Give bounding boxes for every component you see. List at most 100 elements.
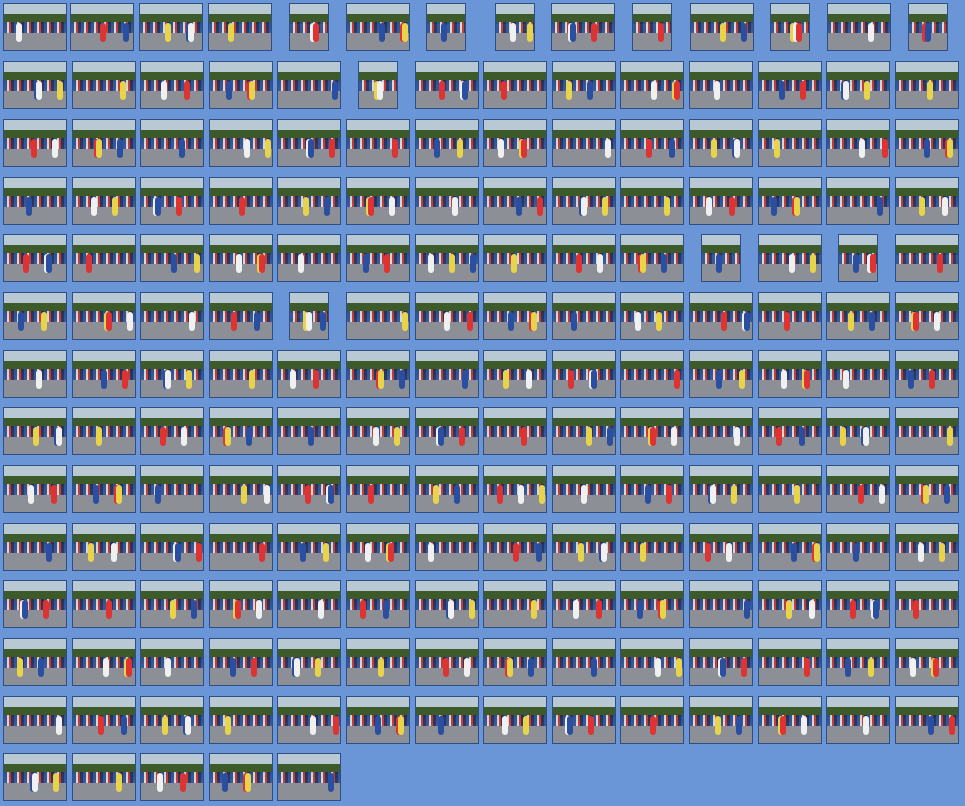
photo-thumbnail[interactable]	[414, 177, 479, 225]
photo-thumbnail[interactable]	[620, 119, 685, 167]
photo-thumbnail[interactable]	[483, 638, 548, 686]
photo-thumbnail[interactable]	[208, 407, 273, 455]
photo-thumbnail[interactable]	[71, 292, 136, 340]
photo-thumbnail[interactable]	[894, 61, 959, 109]
photo-thumbnail[interactable]	[208, 523, 273, 571]
photo-thumbnail[interactable]	[620, 580, 685, 628]
photo-thumbnail[interactable]	[689, 407, 753, 455]
photo-thumbnail[interactable]	[690, 3, 754, 51]
photo-thumbnail[interactable]	[277, 407, 342, 455]
photo-thumbnail[interactable]	[551, 119, 616, 167]
photo-thumbnail[interactable]	[414, 638, 479, 686]
photo-thumbnail[interactable]	[414, 465, 479, 513]
photo-thumbnail[interactable]	[894, 234, 959, 282]
photo-thumbnail[interactable]	[3, 3, 67, 51]
photo-thumbnail[interactable]	[620, 638, 685, 686]
photo-thumbnail[interactable]	[208, 61, 273, 109]
photo-thumbnail[interactable]	[346, 177, 410, 225]
photo-thumbnail[interactable]	[826, 465, 891, 513]
photo-thumbnail[interactable]	[894, 350, 959, 398]
photo-thumbnail[interactable]	[689, 119, 753, 167]
photo-thumbnail[interactable]	[495, 3, 535, 51]
photo-thumbnail[interactable]	[71, 119, 136, 167]
photo-thumbnail[interactable]	[346, 696, 410, 744]
photo-thumbnail[interactable]	[894, 465, 959, 513]
photo-thumbnail[interactable]	[894, 177, 959, 225]
photo-thumbnail[interactable]	[551, 580, 616, 628]
photo-thumbnail[interactable]	[551, 350, 616, 398]
photo-thumbnail[interactable]	[414, 234, 479, 282]
photo-thumbnail[interactable]	[139, 3, 203, 51]
photo-thumbnail[interactable]	[620, 407, 685, 455]
photo-thumbnail[interactable]	[483, 465, 548, 513]
photo-thumbnail[interactable]	[140, 234, 205, 282]
photo-thumbnail[interactable]	[277, 638, 342, 686]
photo-thumbnail[interactable]	[414, 696, 479, 744]
photo-thumbnail[interactable]	[208, 234, 273, 282]
photo-thumbnail[interactable]	[3, 292, 67, 340]
photo-thumbnail[interactable]	[483, 696, 548, 744]
photo-thumbnail[interactable]	[414, 523, 479, 571]
photo-thumbnail[interactable]	[826, 61, 891, 109]
photo-thumbnail[interactable]	[346, 234, 410, 282]
photo-thumbnail[interactable]	[70, 3, 134, 51]
photo-thumbnail[interactable]	[208, 292, 273, 340]
photo-thumbnail[interactable]	[3, 523, 67, 571]
photo-thumbnail[interactable]	[277, 753, 342, 801]
photo-thumbnail[interactable]	[551, 3, 615, 51]
photo-thumbnail[interactable]	[140, 523, 205, 571]
photo-thumbnail[interactable]	[414, 292, 479, 340]
photo-thumbnail[interactable]	[826, 407, 891, 455]
photo-thumbnail[interactable]	[3, 350, 67, 398]
photo-thumbnail[interactable]	[208, 696, 273, 744]
photo-thumbnail[interactable]	[483, 523, 548, 571]
photo-thumbnail[interactable]	[826, 177, 891, 225]
photo-thumbnail[interactable]	[551, 638, 616, 686]
photo-thumbnail[interactable]	[551, 465, 616, 513]
photo-thumbnail[interactable]	[757, 177, 822, 225]
photo-thumbnail[interactable]	[71, 523, 136, 571]
photo-thumbnail[interactable]	[620, 523, 685, 571]
photo-thumbnail[interactable]	[358, 61, 398, 109]
photo-thumbnail[interactable]	[289, 292, 330, 340]
photo-thumbnail[interactable]	[689, 292, 753, 340]
photo-thumbnail[interactable]	[208, 177, 273, 225]
photo-thumbnail[interactable]	[71, 465, 136, 513]
photo-thumbnail[interactable]	[689, 465, 753, 513]
photo-thumbnail[interactable]	[71, 580, 136, 628]
photo-thumbnail[interactable]	[140, 580, 205, 628]
photo-thumbnail[interactable]	[757, 119, 822, 167]
photo-thumbnail[interactable]	[140, 465, 205, 513]
photo-thumbnail[interactable]	[140, 638, 205, 686]
photo-thumbnail[interactable]	[483, 234, 548, 282]
photo-thumbnail[interactable]	[3, 465, 67, 513]
photo-thumbnail[interactable]	[71, 61, 136, 109]
photo-thumbnail[interactable]	[426, 3, 466, 51]
photo-thumbnail[interactable]	[894, 638, 959, 686]
photo-thumbnail[interactable]	[620, 292, 685, 340]
photo-thumbnail[interactable]	[140, 177, 205, 225]
photo-thumbnail[interactable]	[3, 407, 67, 455]
photo-thumbnail[interactable]	[71, 638, 136, 686]
photo-thumbnail[interactable]	[551, 177, 616, 225]
photo-thumbnail[interactable]	[140, 696, 205, 744]
photo-thumbnail[interactable]	[277, 465, 342, 513]
photo-thumbnail[interactable]	[483, 119, 548, 167]
photo-thumbnail[interactable]	[277, 61, 342, 109]
photo-thumbnail[interactable]	[826, 696, 891, 744]
photo-thumbnail[interactable]	[620, 465, 685, 513]
photo-thumbnail[interactable]	[620, 61, 685, 109]
photo-thumbnail[interactable]	[414, 580, 479, 628]
photo-thumbnail[interactable]	[894, 119, 959, 167]
photo-thumbnail[interactable]	[3, 177, 67, 225]
photo-thumbnail[interactable]	[346, 292, 410, 340]
photo-thumbnail[interactable]	[689, 177, 753, 225]
photo-thumbnail[interactable]	[620, 350, 685, 398]
photo-thumbnail[interactable]	[551, 523, 616, 571]
photo-thumbnail[interactable]	[346, 638, 410, 686]
photo-thumbnail[interactable]	[894, 696, 959, 744]
photo-thumbnail[interactable]	[689, 523, 753, 571]
photo-thumbnail[interactable]	[689, 696, 753, 744]
photo-thumbnail[interactable]	[757, 696, 822, 744]
photo-thumbnail[interactable]	[3, 61, 67, 109]
